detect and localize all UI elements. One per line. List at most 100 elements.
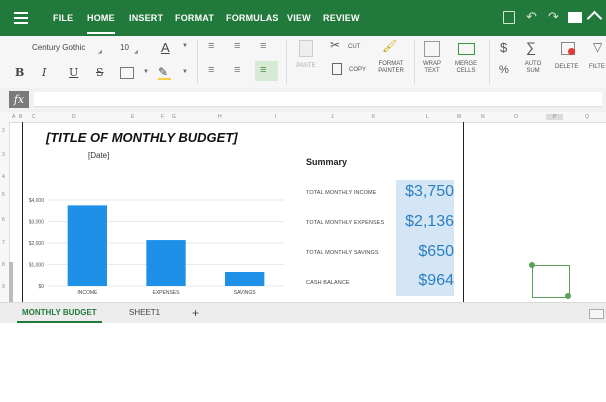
tab-format[interactable]: FORMAT [175, 13, 214, 23]
row-header[interactable]: 2 [2, 128, 5, 134]
font-name-dropdown-icon[interactable]: ◢ [98, 49, 102, 55]
column-header[interactable]: I [275, 114, 276, 120]
budget-bar-chart[interactable]: $0 $1,000 $2,000 $3,000 $4,000 INCOME EXPENSES… [22, 194, 292, 298]
summary-label[interactable]: CASH BALANCE [306, 280, 350, 286]
tab-insert[interactable]: INSERT [129, 13, 163, 23]
tab-formulas[interactable]: FORMULAS [226, 13, 279, 23]
row-header[interactable]: 8 [2, 262, 5, 268]
chart-bar[interactable] [67, 205, 107, 286]
borders-icon[interactable] [120, 67, 134, 79]
currency-format-icon[interactable]: $ [500, 40, 507, 55]
budget-date[interactable]: [Date] [88, 151, 109, 160]
budget-title[interactable]: [TITLE OF MONTHLY BUDGET] [46, 130, 238, 145]
delete-button[interactable]: DELETE [555, 64, 578, 71]
column-header[interactable]: K [372, 114, 375, 120]
save-icon[interactable] [503, 11, 515, 24]
align-right-icon[interactable]: ≡ [260, 40, 266, 52]
format-painter-icon[interactable]: 🖌 [382, 39, 397, 53]
summary-label[interactable]: TOTAL MONTHLY INCOME [306, 190, 376, 196]
sheet-tab-sheet1[interactable]: SHEET1 [129, 308, 160, 317]
column-header[interactable]: N [481, 114, 485, 120]
summary-value[interactable]: $3,750 [405, 183, 454, 201]
sheet-tab-monthly-budget[interactable]: MONTHLY BUDGET [17, 308, 102, 323]
chart-bar[interactable] [146, 240, 186, 286]
align-bottom-button[interactable] [255, 61, 278, 81]
align-middle-icon[interactable]: ≡ [234, 64, 240, 76]
column-header[interactable]: J [331, 114, 334, 120]
font-color-dropdown-icon[interactable]: ▼ [182, 43, 188, 49]
row-header[interactable]: 5 [2, 192, 5, 198]
align-center-icon[interactable]: ≡ [234, 40, 240, 52]
function-icon[interactable]: fx [9, 91, 29, 108]
borders-dropdown-icon[interactable]: ▼ [143, 69, 149, 75]
cut-button[interactable]: CUT [348, 44, 360, 51]
column-header[interactable]: C [32, 114, 36, 120]
selection-handle-end[interactable] [565, 293, 571, 299]
column-header[interactable]: E [131, 114, 134, 120]
summary-value[interactable]: $2,136 [405, 213, 454, 231]
paste-icon[interactable] [299, 40, 313, 57]
copy-button[interactable]: COPY [349, 67, 366, 74]
percent-format-icon[interactable]: % [499, 64, 509, 76]
font-size-select[interactable]: 10 [120, 43, 129, 52]
column-header[interactable]: H [218, 114, 222, 120]
row-header[interactable]: 9 [2, 284, 5, 290]
row-header[interactable]: 6 [2, 217, 5, 223]
copy-icon[interactable] [332, 63, 342, 75]
cut-icon[interactable]: ✂ [330, 38, 340, 52]
hamburger-menu-icon[interactable] [14, 12, 28, 24]
book-view-icon[interactable] [568, 12, 582, 23]
summary-value[interactable]: $650 [418, 243, 454, 261]
strikethrough-button[interactable]: S [96, 66, 104, 79]
paste-button[interactable]: PASTE [291, 63, 321, 70]
fill-color-icon[interactable]: ✎ [158, 65, 168, 79]
align-left-icon[interactable]: ≡ [208, 40, 214, 52]
column-header[interactable]: A [12, 114, 15, 120]
underline-button[interactable]: U [69, 66, 78, 79]
align-top-icon[interactable]: ≡ [208, 64, 214, 76]
font-size-dropdown-icon[interactable]: ◢ [134, 49, 138, 55]
italic-button[interactable]: I [42, 66, 46, 79]
undo-icon[interactable]: ↶ [526, 9, 537, 25]
summary-value[interactable]: $964 [418, 272, 454, 290]
bold-button[interactable]: B [15, 66, 24, 79]
column-header[interactable]: O [514, 114, 518, 120]
summary-label[interactable]: TOTAL MONTHLY SAVINGS [306, 250, 379, 256]
wrap-text-button[interactable]: WRAP TEXT [418, 61, 446, 75]
fill-color-dropdown-icon[interactable]: ▼ [182, 69, 188, 75]
row-header[interactable]: 4 [2, 174, 5, 180]
column-header[interactable]: M [457, 114, 461, 120]
column-header[interactable]: Q [585, 114, 589, 120]
chart-y-tick-label: $1,000 [29, 263, 45, 269]
formula-input[interactable] [34, 92, 602, 107]
add-sheet-button[interactable]: + [192, 306, 199, 320]
tab-home[interactable]: HOME [87, 13, 115, 34]
row-header[interactable]: 7 [2, 240, 5, 246]
autosum-button[interactable]: AUTO SUM [521, 61, 545, 75]
font-color-icon[interactable]: A [161, 40, 170, 55]
column-header[interactable]: D [72, 114, 76, 120]
selection-handle-start[interactable] [529, 262, 535, 268]
summary-title[interactable]: Summary [306, 157, 347, 167]
column-header-selected[interactable]: P [546, 114, 564, 120]
redo-icon[interactable]: ↷ [548, 9, 559, 25]
merge-cells-button[interactable]: MERGE CELLS [451, 61, 481, 75]
column-header[interactable]: F [161, 114, 164, 120]
column-header[interactable]: L [426, 114, 429, 120]
scroll-handle[interactable] [9, 262, 13, 302]
tab-review[interactable]: REVIEW [323, 13, 360, 23]
selected-range[interactable] [532, 265, 570, 298]
chart-x-tick-label: SAVINGS [234, 290, 257, 296]
column-header[interactable]: G [172, 114, 176, 120]
filter-button[interactable]: FILTE [589, 64, 605, 71]
row-header[interactable]: 3 [2, 152, 5, 158]
tab-view[interactable]: VIEW [287, 13, 311, 23]
keyboard-icon[interactable] [589, 309, 604, 319]
tab-file[interactable]: FILE [53, 13, 73, 23]
chart-bar[interactable] [225, 272, 265, 286]
chart-x-tick-label: INCOME [77, 290, 98, 296]
format-painter-button[interactable]: FORMAT PAINTER [374, 61, 408, 75]
font-name-select[interactable]: Century Gothic [32, 43, 85, 52]
column-header[interactable]: B [19, 114, 22, 120]
summary-label[interactable]: TOTAL MONTHLY EXPENSES [306, 220, 384, 226]
